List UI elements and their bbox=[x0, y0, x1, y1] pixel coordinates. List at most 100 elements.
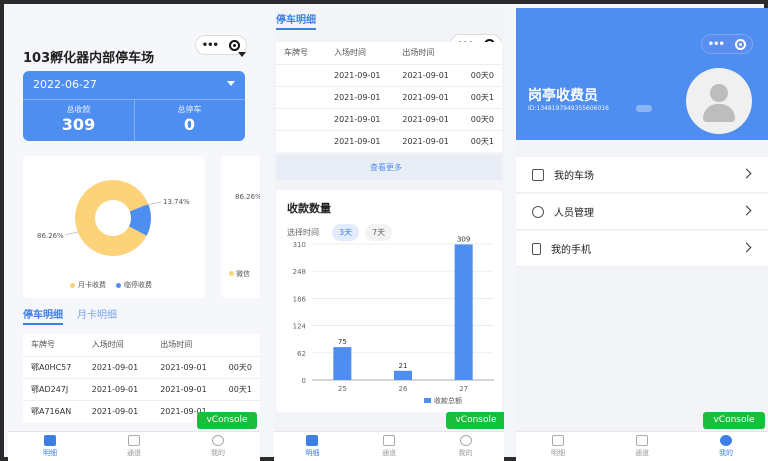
user-role: 岗亭收费员 bbox=[528, 88, 598, 104]
menu-item-my-phone[interactable]: 我的手机 bbox=[516, 231, 768, 267]
data-label: 309 bbox=[457, 235, 470, 243]
data-label: 21 bbox=[399, 362, 408, 370]
bar-chart: 0 62 124 186 248 310 75 25 21 26 309 27 收款总额 bbox=[293, 235, 494, 405]
table-cell: 鄂AD247J bbox=[23, 377, 84, 400]
table-cell bbox=[276, 129, 326, 152]
table-cell bbox=[276, 85, 326, 108]
table-row[interactable]: 鄂A0HC57 2021-09-01 2021-09-01 00天0 bbox=[23, 355, 260, 378]
view-more-link[interactable]: 查看更多 bbox=[370, 162, 402, 173]
x-tick-label: 25 bbox=[338, 385, 347, 393]
tab-parking-detail[interactable]: 停车明细 bbox=[23, 306, 63, 325]
lot-title: 103孵化器内部停车场 bbox=[23, 51, 155, 66]
sliders-icon bbox=[128, 435, 140, 446]
tabbar-item-mine[interactable]: 我的 bbox=[459, 435, 473, 458]
table-cell: 2021-09-01 bbox=[326, 129, 395, 152]
stat-value: 0 bbox=[183, 115, 196, 134]
table-cell: 2021-09-01 bbox=[152, 377, 221, 400]
table-cell bbox=[276, 63, 326, 86]
date-picker[interactable]: 2022-06-27 bbox=[33, 78, 97, 91]
tabbar-item-detail[interactable]: 明细 bbox=[551, 435, 565, 458]
table-row[interactable]: 2021-09-01 2021-09-01 00天1 bbox=[276, 85, 502, 108]
column-header bbox=[221, 334, 260, 356]
menu-item-staff[interactable]: 人员管理 bbox=[516, 194, 768, 230]
y-tick-label: 62 bbox=[297, 350, 306, 358]
tab-monthly-detail[interactable]: 月卡明细 bbox=[77, 306, 117, 325]
tab-parking-detail[interactable]: 停车明细 bbox=[276, 11, 316, 30]
miniapp-capsule[interactable]: ••• bbox=[701, 34, 753, 54]
table-cell: 00天0 bbox=[220, 355, 260, 378]
y-tick-label: 248 bbox=[293, 268, 306, 276]
stat-total-parking: 总停车 0 bbox=[134, 104, 245, 134]
tabbar-item-detail[interactable]: 明细 bbox=[43, 435, 57, 458]
bar[interactable] bbox=[454, 244, 473, 380]
table-cell: 2021-09-01 bbox=[394, 129, 463, 152]
table-cell: 2021-09-01 bbox=[83, 399, 153, 422]
sliders-icon bbox=[636, 435, 648, 446]
vconsole-button[interactable]: vConsole bbox=[446, 412, 504, 429]
table-row[interactable]: 2021-09-01 2021-09-01 00天0 bbox=[276, 63, 502, 86]
table-cell: 2021-09-01 bbox=[326, 63, 395, 86]
pie-legend: 月卡收费 临停收费 bbox=[70, 280, 152, 290]
avatar[interactable] bbox=[686, 68, 752, 134]
close-target-icon[interactable] bbox=[229, 39, 241, 51]
tabbar-label: 通道 bbox=[127, 449, 141, 457]
table-header: 车牌号 入场时间 出场时间 bbox=[276, 42, 502, 64]
lot-dropdown-icon[interactable] bbox=[238, 52, 246, 57]
tabbar-item-detail[interactable]: 明细 bbox=[305, 435, 319, 458]
phone-icon bbox=[532, 242, 541, 255]
column-header: 出场时间 bbox=[160, 340, 193, 350]
table-row[interactable]: 鄂AD247J 2021-09-01 2021-09-01 00天1 bbox=[23, 377, 260, 400]
legend-item: 临停收费 bbox=[116, 280, 152, 290]
column-header: 车牌号 bbox=[284, 48, 308, 58]
screenshot-frame: ••• 103孵化器内部停车场 2022-06-27 总收款 309 总停车 0… bbox=[0, 0, 768, 461]
tabbar-item-mine[interactable]: 我的 bbox=[211, 435, 225, 458]
vconsole-button[interactable]: vConsole bbox=[197, 412, 257, 429]
table-cell: 00天1 bbox=[220, 377, 260, 400]
y-tick-label: 186 bbox=[293, 295, 307, 303]
column-header: 车牌号 bbox=[31, 340, 55, 350]
table-row[interactable]: 2021-09-01 2021-09-01 00天1 bbox=[276, 129, 502, 152]
chevron-down-icon[interactable] bbox=[227, 81, 235, 86]
tabbar-item-mine[interactable]: 我的 bbox=[719, 435, 733, 458]
parking-table: 车牌号 入场时间 出场时间 2021-09-01 2021-09-01 00天0… bbox=[276, 42, 502, 152]
pie-chart: 86.26% 13.74% bbox=[37, 180, 190, 256]
menu-item-my-lot[interactable]: 我的车场 bbox=[516, 157, 768, 193]
close-target-icon[interactable] bbox=[735, 38, 747, 50]
pie-card-secondary: 86.26% 微信 bbox=[221, 156, 260, 298]
bar[interactable] bbox=[394, 370, 412, 380]
stat-value: 309 bbox=[61, 115, 96, 134]
y-tick-label: 310 bbox=[293, 241, 306, 249]
tabbar-label: 通道 bbox=[635, 449, 649, 457]
table-cell: 2021-09-01 bbox=[394, 63, 463, 86]
calendar-icon bbox=[44, 435, 56, 446]
chevron-right-icon bbox=[741, 242, 752, 253]
tabbar-item-channel[interactable]: 通道 bbox=[635, 435, 649, 458]
profile-header: ••• 岗亭收费员 ID:13481979493556060​16 bbox=[516, 8, 768, 140]
table-cell: 2021-09-01 bbox=[394, 85, 463, 108]
y-tick-label: 124 bbox=[293, 323, 307, 331]
bar[interactable] bbox=[333, 347, 352, 380]
table-cell: 2021-09-01 bbox=[83, 377, 153, 400]
more-icon[interactable]: ••• bbox=[708, 39, 725, 50]
face-icon bbox=[720, 435, 732, 446]
copy-icon[interactable] bbox=[636, 105, 652, 112]
bottom-tabbar: 明细 通道 我的 bbox=[274, 431, 504, 461]
legend-swatch bbox=[424, 398, 431, 403]
vconsole-button[interactable]: vConsole bbox=[703, 412, 765, 429]
users-icon bbox=[532, 205, 544, 218]
table-cell bbox=[276, 107, 326, 130]
chevron-right-icon bbox=[741, 205, 752, 216]
tabbar-label: 我的 bbox=[719, 449, 733, 457]
table-cell: 00天0 bbox=[462, 107, 502, 130]
bottom-tabbar: 明细 通道 我的 bbox=[8, 431, 260, 461]
table-row[interactable]: 2021-09-01 2021-09-01 00天0 bbox=[276, 107, 502, 130]
tabbar-label: 明细 bbox=[43, 449, 57, 457]
tabbar-item-channel[interactable]: 通道 bbox=[127, 435, 141, 458]
more-icon[interactable]: ••• bbox=[202, 40, 219, 51]
pie-card: 86.26% 13.74% 月卡收费 临停收费 bbox=[23, 156, 205, 298]
column-header: 入场时间 bbox=[334, 48, 366, 58]
detail-panel: 停车明细 ••• 车牌号 入场时间 出场时间 2021-09-01 2021-0… bbox=[274, 8, 504, 461]
tabbar-item-channel[interactable]: 通道 bbox=[382, 435, 396, 458]
table-cell: 鄂A0HC57 bbox=[23, 355, 84, 378]
chart-title: 收款数量 bbox=[287, 202, 331, 215]
